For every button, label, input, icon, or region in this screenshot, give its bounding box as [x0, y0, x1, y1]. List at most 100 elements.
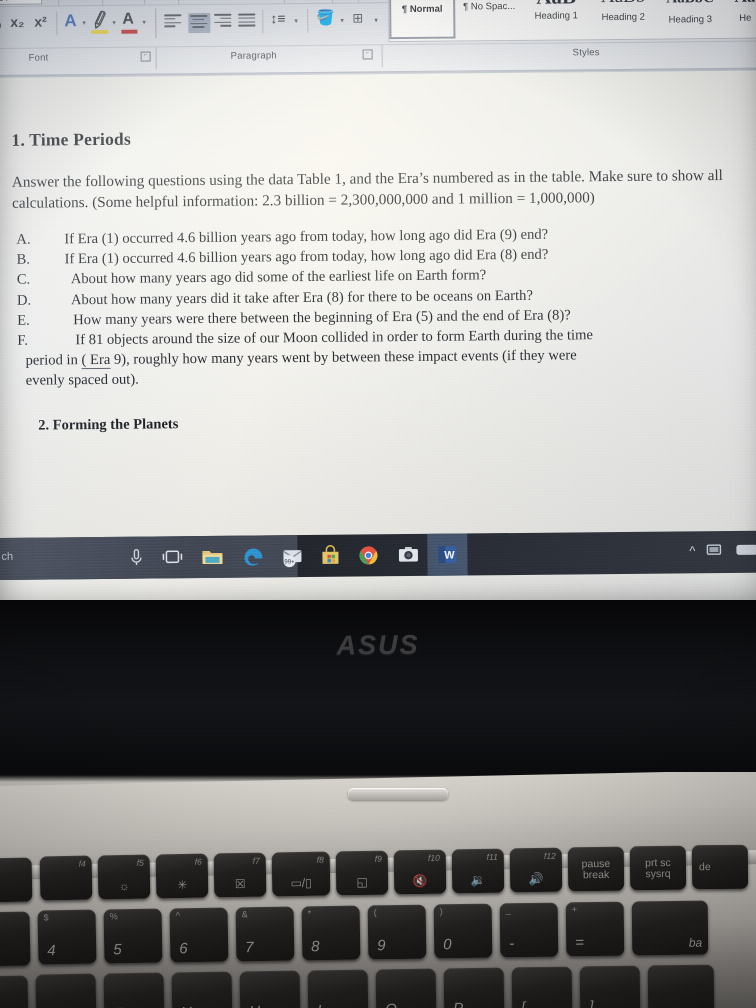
key-f5[interactable]: f5 ☼	[97, 854, 151, 900]
chevron-down-icon[interactable]: ▾	[142, 20, 146, 27]
key-u[interactable]: U	[239, 970, 301, 1008]
style-item-normal[interactable]: AaBbCcDc ¶ Normal	[388, 0, 456, 40]
key-t[interactable]: T	[103, 972, 165, 1008]
question-letter: D.	[16, 292, 32, 309]
volume-down-icon: 🔉	[470, 872, 486, 888]
styles-gallery: AaBbCcDc ¶ Normal AaBbCcDc ¶ No Spac... …	[387, 0, 756, 43]
justify-button[interactable]	[238, 13, 256, 28]
style-item-no-spacing[interactable]: AaBbCcDc ¶ No Spac...	[456, 0, 523, 39]
laptop-bezel: ASUS	[0, 600, 756, 775]
keyboard-backlight-up-icon: ✳	[177, 877, 188, 893]
key-4[interactable]: $ 4	[37, 909, 97, 965]
superscript-icon[interactable]: x²	[34, 13, 47, 29]
ribbon-group-labels: Font ⌐ Paragraph ⌐ Styles	[0, 40, 756, 71]
key-y[interactable]: Y	[171, 971, 233, 1008]
strikethrough-icon[interactable]: ə	[0, 17, 2, 32]
mail-icon[interactable]: 99+	[279, 543, 305, 569]
key-delete[interactable]: de	[691, 844, 749, 890]
key-r[interactable]: R	[35, 973, 97, 1008]
key-7[interactable]: & 7	[235, 906, 295, 962]
question-letter: E.	[17, 312, 30, 329]
font-color-icon[interactable]: A	[122, 11, 134, 28]
chrome-icon[interactable]	[355, 542, 381, 568]
question-list: A. If Era (1) occurred 4.6 billion years…	[4, 223, 756, 351]
key-9[interactable]: ( 9	[367, 904, 427, 960]
key-p[interactable]: P	[443, 967, 505, 1008]
key-equals[interactable]: + =	[565, 901, 625, 957]
key-i[interactable]: I	[307, 969, 369, 1008]
key-bracket-right[interactable]: ]	[579, 965, 641, 1008]
project-display-icon: ▭/▯	[290, 875, 312, 891]
font-dialog-launcher[interactable]: ⌐	[140, 51, 151, 62]
key-print-screen[interactable]: prt sc sysrq	[629, 845, 687, 891]
key-6[interactable]: ^ 6	[169, 907, 229, 963]
key-e[interactable]	[0, 975, 29, 1008]
style-item-heading-3[interactable]: AaBbC Heading 3	[657, 0, 724, 37]
key-f10[interactable]: f10 🔇	[393, 849, 447, 895]
key-backspace[interactable]: ba	[631, 900, 709, 956]
borders-icon[interactable]: ⊞	[352, 10, 363, 25]
key-f6[interactable]: f6 ✳	[155, 853, 209, 899]
word-icon[interactable]: W	[434, 542, 460, 568]
network-icon[interactable]	[705, 541, 727, 564]
key-f4[interactable]: f4	[39, 855, 93, 901]
style-item-heading-1[interactable]: AaB Heading 1	[523, 0, 590, 38]
section-2-heading: 2. Forming the Planets	[38, 415, 179, 434]
key-0[interactable]: ) 0	[433, 903, 493, 959]
svg-text:W: W	[444, 550, 455, 562]
style-item-heading-4[interactable]: Aa He	[724, 0, 756, 36]
style-item-heading-2[interactable]: AaBb Heading 2	[590, 0, 657, 37]
chevron-down-icon[interactable]: ▾	[112, 20, 116, 27]
key-o[interactable]: O	[375, 968, 437, 1008]
key-pause-break[interactable]: pause break	[567, 846, 625, 892]
key-f11[interactable]: f11 🔉	[451, 848, 505, 894]
chevron-down-icon[interactable]: ▾	[82, 20, 86, 27]
battery-icon[interactable]	[735, 543, 756, 562]
font-size-input[interactable]: 24	[0, 0, 43, 5]
font-group-label: Font	[28, 52, 49, 64]
chevron-down-icon[interactable]: ▾	[374, 17, 378, 24]
key-f8[interactable]: f8 ▭/▯	[271, 851, 331, 897]
key-backslash[interactable]	[647, 964, 715, 1008]
key-f12[interactable]: f12 🔊	[509, 847, 563, 893]
grow-font-icon[interactable]: A	[64, 0, 71, 1]
align-right-button[interactable]	[214, 13, 232, 29]
show-hidden-icons-icon[interactable]: ^	[689, 543, 695, 558]
page-title: 1. Time Periods	[11, 128, 132, 150]
microphone-icon[interactable]	[123, 545, 149, 571]
key-5[interactable]: % 5	[103, 908, 163, 964]
key-3[interactable]	[0, 911, 31, 967]
edge-icon[interactable]	[240, 543, 266, 569]
change-case-icon[interactable]: Aa	[110, 0, 122, 2]
key-f7[interactable]: f7 ☒	[213, 852, 267, 898]
line-spacing-icon[interactable]: ↕≡	[270, 10, 285, 26]
align-center-button[interactable]	[188, 12, 211, 34]
text-effects-icon[interactable]: A	[64, 11, 76, 30]
key-f3[interactable]	[0, 857, 33, 903]
task-view-icon[interactable]	[159, 544, 185, 570]
key-bracket-left[interactable]: [	[511, 966, 573, 1008]
chevron-down-icon[interactable]: ▾	[294, 18, 298, 25]
intro-paragraph: Answer the following questions using the…	[11, 166, 723, 212]
question-f-post-text: 9), roughly how many years went by betwe…	[110, 347, 577, 369]
key-8[interactable]: * 8	[301, 905, 361, 961]
laptop-deck: f4 f5 ☼ f6 ✳ f7 ☒ f8 ▭/▯ f9 ◱ f10 🔇 f11 …	[0, 772, 756, 1008]
store-icon[interactable]	[317, 543, 343, 569]
subscript-icon[interactable]: x₂	[10, 14, 24, 30]
chevron-down-icon[interactable]: ▾	[340, 18, 344, 25]
paragraph-dialog-launcher[interactable]: ⌐	[362, 49, 373, 60]
align-left-button[interactable]	[164, 14, 182, 29]
question-letter: B.	[16, 251, 31, 268]
camera-icon[interactable]	[395, 542, 421, 568]
shading-icon[interactable]: 🪣	[316, 10, 335, 27]
bullet-list-icon[interactable]: ⋮≡	[188, 0, 204, 1]
windows-taskbar: ch 99+ W ^	[0, 530, 756, 580]
question-letter: C.	[16, 272, 31, 289]
document-page[interactable]: 1. Time Periods Answer the following que…	[0, 70, 756, 538]
numbered-list-icon[interactable]: ⋮≡	[220, 0, 236, 1]
key-f9[interactable]: f9 ◱	[335, 850, 389, 896]
laptop-screen: 24 ▾ A A Aa ▾ ✎ ⋮≡ ⋮≡ ⋮≡ ≡ ≡ Z↓ ¶	[0, 0, 756, 620]
file-explorer-icon[interactable]	[199, 544, 225, 570]
key-minus[interactable]: _ -	[499, 902, 559, 958]
text-highlight-icon[interactable]: 🖉	[90, 10, 111, 32]
